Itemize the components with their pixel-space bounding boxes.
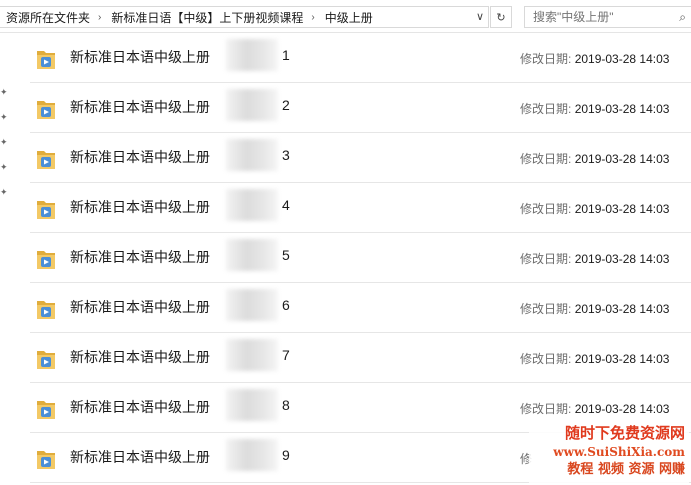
breadcrumb-item[interactable]: 新标准日语【中级】上下册视频课程 bbox=[105, 9, 307, 26]
file-row[interactable]: 新标准日本语中级上册 1 修改日期: 2019-03-28 14:03 bbox=[30, 33, 691, 83]
redaction-blur bbox=[226, 39, 278, 71]
folder-video-icon bbox=[37, 451, 55, 469]
search-box[interactable]: ⌕ bbox=[524, 6, 691, 28]
file-number: 2 bbox=[282, 97, 290, 113]
modified-value: 2019-03-28 14:03 bbox=[574, 402, 670, 416]
redaction-blur bbox=[226, 239, 278, 271]
file-row[interactable]: 新标准日本语中级上册 3 修改日期: 2019-03-28 14:03 bbox=[30, 133, 691, 183]
pin-icon[interactable]: ✦ bbox=[0, 130, 10, 155]
redaction-blur bbox=[226, 189, 278, 221]
modified-date: 修改日期: 2019-03-28 14:03 bbox=[520, 100, 669, 117]
file-row[interactable]: 新标准日本语中级上册 6 修改日期: 2019-03-28 14:03 bbox=[30, 283, 691, 333]
quick-access-pins: ✦ ✦ ✦ ✦ ✦ bbox=[0, 80, 10, 205]
modified-value: 2019-03-28 14:03 bbox=[574, 102, 670, 116]
modified-label: 修改日期: bbox=[520, 352, 572, 366]
modified-label: 修改日期: bbox=[520, 302, 572, 316]
folder-video-icon bbox=[37, 401, 55, 419]
folder-video-icon bbox=[37, 51, 55, 69]
file-row[interactable]: 新标准日本语中级上册 5 修改日期: 2019-03-28 14:03 bbox=[30, 233, 691, 283]
search-input[interactable] bbox=[525, 9, 675, 25]
file-number: 5 bbox=[282, 247, 290, 263]
modified-value: 2019-03-28 14:03 bbox=[574, 352, 670, 366]
file-row[interactable]: 新标准日本语中级上册 4 修改日期: 2019-03-28 14:03 bbox=[30, 183, 691, 233]
file-name: 新标准日本语中级上册 bbox=[70, 249, 210, 265]
file-number: 9 bbox=[282, 447, 290, 463]
redaction-blur bbox=[226, 439, 278, 471]
redaction-blur bbox=[226, 389, 278, 421]
pin-icon[interactable]: ✦ bbox=[0, 155, 10, 180]
file-name: 新标准日本语中级上册 bbox=[70, 149, 210, 165]
watermark-line: www.SuiShiXia.com bbox=[553, 445, 685, 459]
file-name: 新标准日本语中级上册 bbox=[70, 199, 210, 215]
file-number: 4 bbox=[282, 197, 290, 213]
folder-video-icon bbox=[37, 351, 55, 369]
refresh-button[interactable]: ↻ bbox=[490, 6, 512, 28]
file-number: 6 bbox=[282, 297, 290, 313]
modified-value: 2019-03-28 14:03 bbox=[574, 52, 670, 66]
modified-date: 修改日期: 2019-03-28 14:03 bbox=[520, 150, 669, 167]
modified-label: 修改日期: bbox=[520, 52, 572, 66]
address-bar: 资源所在文件夹 › 新标准日语【中级】上下册视频课程 › 中级上册 ∨ ↻ ⌕ bbox=[0, 0, 691, 33]
file-name: 新标准日本语中级上册 bbox=[70, 349, 210, 365]
breadcrumb-item[interactable]: 资源所在文件夹 bbox=[0, 9, 94, 26]
search-icon: ⌕ bbox=[679, 10, 686, 24]
modified-value: 2019-03-28 14:03 bbox=[574, 152, 670, 166]
modified-date: 修改日期: 2019-03-28 14:03 bbox=[520, 50, 669, 67]
watermark-logo: 随时下免费资源网 www.SuiShiXia.com 教程 视频 资源 网赚 bbox=[529, 423, 689, 483]
file-name: 新标准日本语中级上册 bbox=[70, 299, 210, 315]
breadcrumb: 资源所在文件夹 › 新标准日语【中级】上下册视频课程 › 中级上册 bbox=[0, 6, 489, 28]
file-row[interactable]: 新标准日本语中级上册 2 修改日期: 2019-03-28 14:03 bbox=[30, 83, 691, 133]
modified-value: 2019-03-28 14:03 bbox=[574, 252, 670, 266]
folder-video-icon bbox=[37, 151, 55, 169]
modified-label: 修改日期: bbox=[520, 102, 572, 116]
modified-date: 修改日期: 2019-03-28 14:03 bbox=[520, 350, 669, 367]
file-name: 新标准日本语中级上册 bbox=[70, 449, 210, 465]
modified-label: 修改日期: bbox=[520, 152, 572, 166]
file-list: 新标准日本语中级上册 1 修改日期: 2019-03-28 14:03 新标准日本语中… bbox=[30, 33, 691, 483]
refresh-icon: ↻ bbox=[496, 11, 506, 24]
folder-video-icon bbox=[37, 251, 55, 269]
folder-video-icon bbox=[37, 201, 55, 219]
redaction-blur bbox=[226, 289, 278, 321]
pin-icon[interactable]: ✦ bbox=[0, 180, 10, 205]
redaction-blur bbox=[226, 89, 278, 121]
modified-date: 修改日期: 2019-03-28 14:03 bbox=[520, 250, 669, 267]
file-row[interactable]: 新标准日本语中级上册 7 修改日期: 2019-03-28 14:03 bbox=[30, 333, 691, 383]
pin-icon[interactable]: ✦ bbox=[0, 80, 10, 105]
modified-label: 修改日期: bbox=[520, 252, 572, 266]
file-number: 3 bbox=[282, 147, 290, 163]
watermark-line: 教程 视频 资源 网赚 bbox=[567, 462, 685, 477]
folder-video-icon bbox=[37, 301, 55, 319]
folder-video-icon bbox=[37, 101, 55, 119]
modified-date: 修改日期: 2019-03-28 14:03 bbox=[520, 300, 669, 317]
modified-date: 修改日期: 2019-03-28 14:03 bbox=[520, 400, 669, 417]
modified-value: 2019-03-28 14:03 bbox=[574, 202, 670, 216]
file-number: 1 bbox=[282, 47, 290, 63]
watermark-line: 随时下免费资源网 bbox=[564, 424, 685, 442]
file-name: 新标准日本语中级上册 bbox=[70, 399, 210, 415]
chevron-down-icon[interactable]: ∨ bbox=[470, 6, 490, 26]
file-number: 7 bbox=[282, 347, 290, 363]
pin-icon[interactable]: ✦ bbox=[0, 105, 10, 130]
modified-label: 修改日期: bbox=[520, 202, 572, 216]
file-name: 新标准日本语中级上册 bbox=[70, 49, 210, 65]
chevron-right-icon[interactable]: › bbox=[307, 12, 318, 23]
modified-label: 修改日期: bbox=[520, 402, 572, 416]
file-name: 新标准日本语中级上册 bbox=[70, 99, 210, 115]
chevron-right-icon[interactable]: › bbox=[94, 12, 105, 23]
file-number: 8 bbox=[282, 397, 290, 413]
redaction-blur bbox=[226, 139, 278, 171]
breadcrumb-item[interactable]: 中级上册 bbox=[319, 9, 377, 26]
modified-value: 2019-03-28 14:03 bbox=[574, 302, 670, 316]
redaction-blur bbox=[226, 339, 278, 371]
modified-date: 修改日期: 2019-03-28 14:03 bbox=[520, 200, 669, 217]
